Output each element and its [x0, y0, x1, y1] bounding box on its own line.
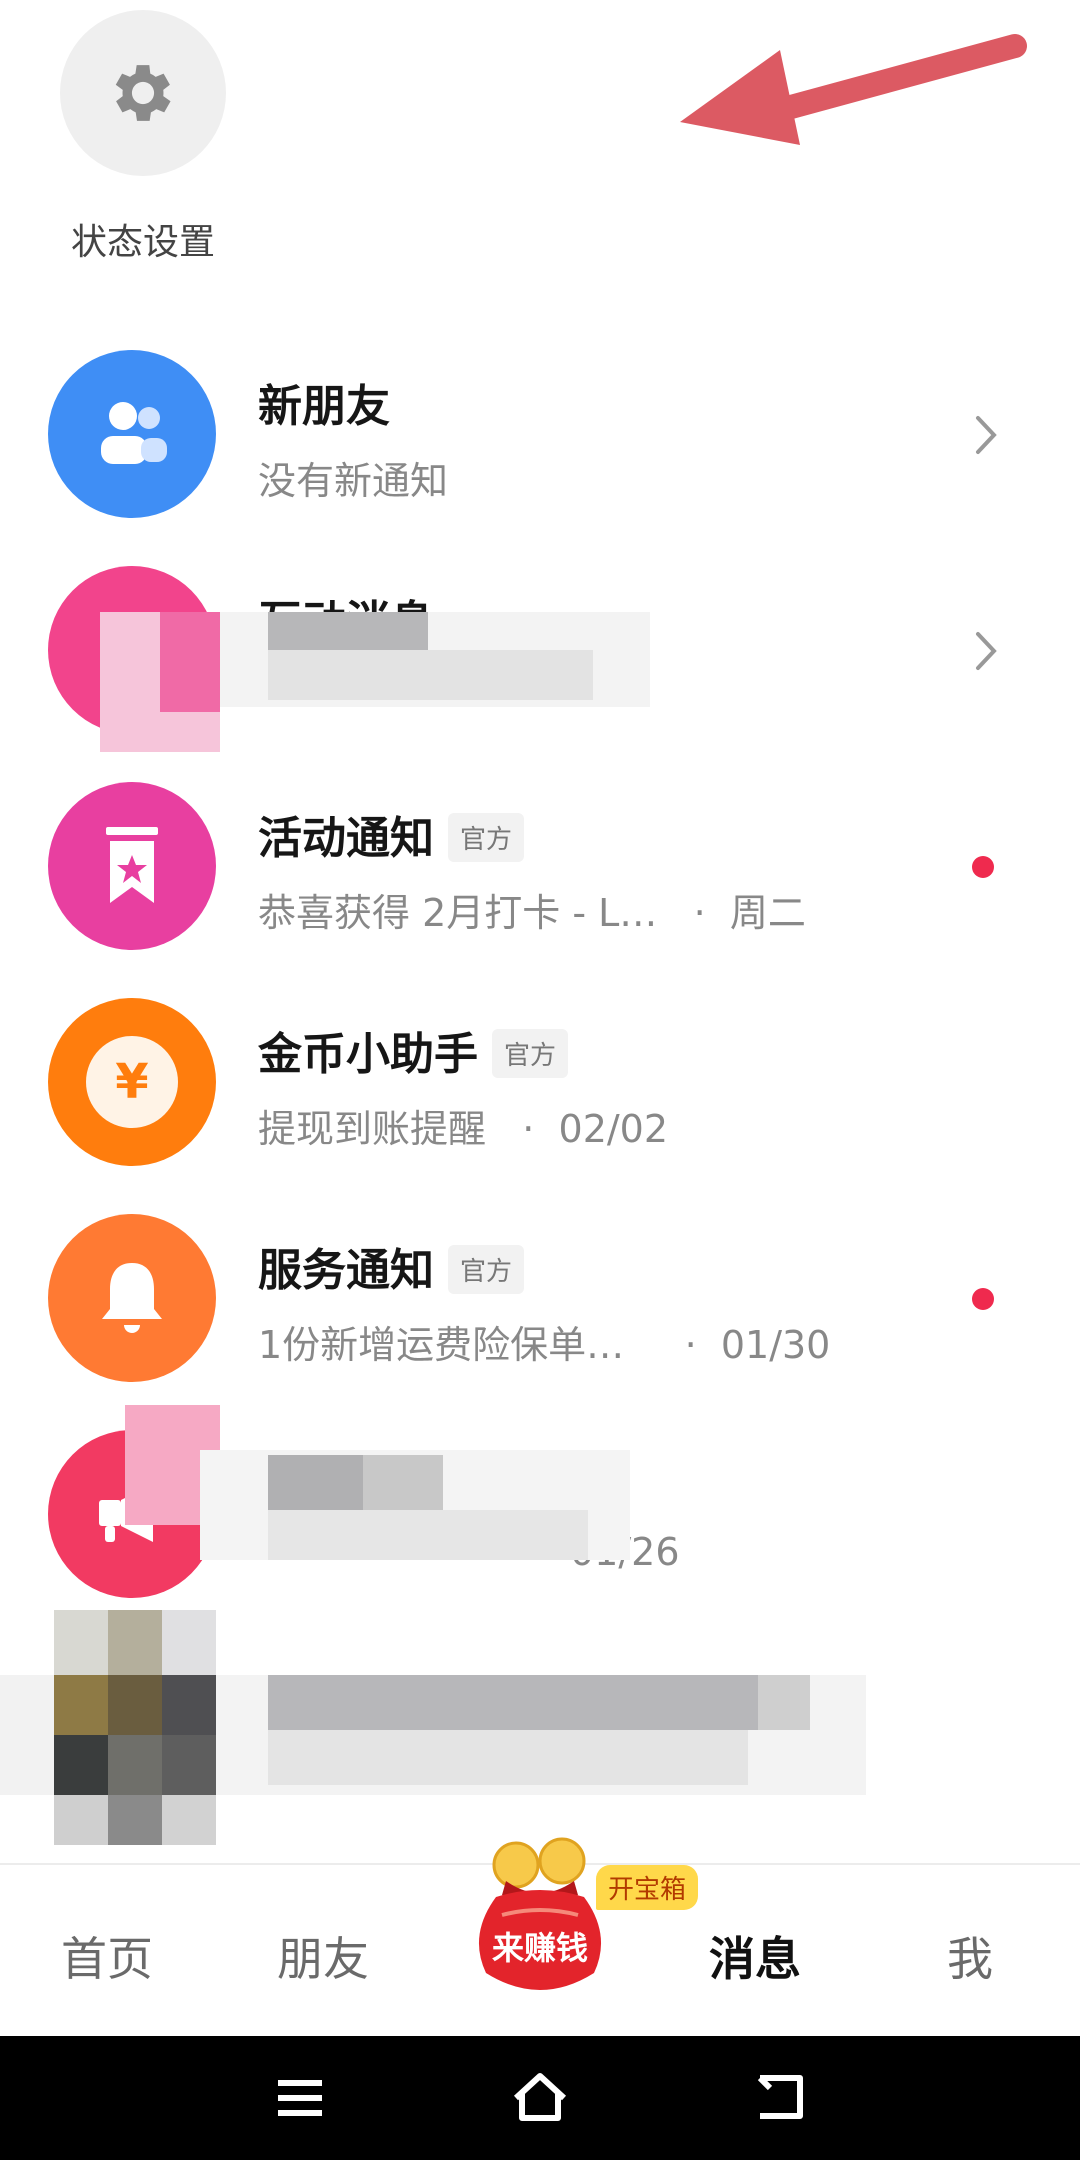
status-settings-label: 状态设置	[70, 222, 215, 263]
list-item-time-separator: ·	[669, 891, 730, 935]
service-avatar	[48, 1214, 216, 1382]
bell-icon	[102, 1263, 162, 1333]
list-item-title-text: 金币小助手	[258, 1029, 478, 1080]
unread-dot	[972, 856, 994, 878]
list-item-activity[interactable]: 活动通知 官方 恭喜获得 2月打卡 - L… · 周二	[0, 782, 1080, 982]
pixelation-block	[54, 1610, 108, 1675]
list-item-title: 新朋友	[258, 381, 390, 432]
pixelation-block	[363, 1455, 443, 1510]
pixelation-block	[268, 612, 428, 650]
pixelation-block	[268, 1510, 588, 1560]
pixelation-block	[108, 1795, 162, 1845]
pixelation-block	[162, 1735, 216, 1795]
home-icon[interactable]	[510, 2070, 570, 2124]
pixelation-block	[268, 650, 593, 700]
official-tag: 官方	[492, 1028, 569, 1078]
coin-assistant-avatar: ¥	[48, 998, 216, 1166]
svg-text:¥: ¥	[115, 1054, 148, 1110]
new-friends-avatar	[48, 350, 216, 518]
list-item-subtitle: 1份新增运费险保单… · 01/30	[258, 1314, 830, 1369]
treasure-chest-badge: 开宝箱	[596, 1865, 699, 1910]
menu-icon[interactable]	[276, 2076, 324, 2120]
official-tag: 官方	[448, 1244, 525, 1294]
activity-avatar	[48, 782, 216, 950]
list-item-title: 活动通知 官方	[258, 802, 525, 866]
back-icon[interactable]	[752, 2072, 808, 2122]
pixelation-block	[108, 1610, 162, 1675]
bottom-navigation: 首页 朋友 来赚钱 开宝箱 消息 我	[0, 1837, 1080, 2038]
list-item-title: 金币小助手 官方	[258, 1018, 569, 1082]
pixelation-block	[0, 1675, 54, 1795]
pixelation-block	[268, 1455, 363, 1510]
list-item-time-separator: ·	[498, 1107, 559, 1151]
list-item-new-friends[interactable]: 新朋友 没有新通知	[0, 350, 1080, 550]
pixelation-block	[108, 1675, 162, 1735]
chevron-right-icon	[976, 632, 997, 670]
unread-dot	[972, 1288, 994, 1310]
list-item-subtitle-text: 恭喜获得 2月打卡 - L…	[258, 891, 658, 935]
annotation-arrow	[680, 34, 1027, 145]
list-item-pixelated[interactable]	[0, 1610, 1080, 1845]
list-item-title: 服务通知 官方	[258, 1234, 525, 1298]
official-tag: 官方	[448, 812, 525, 862]
list-item-service[interactable]: 服务通知 官方 1份新增运费险保单… · 01/30	[0, 1214, 1080, 1414]
pixelation-block	[268, 1675, 758, 1730]
list-item-subtitle: 恭喜获得 2月打卡 - L… · 周二	[258, 882, 806, 937]
pixelation-block	[54, 1675, 108, 1735]
system-navigation-bar	[0, 2036, 1080, 2160]
pixelation-block	[162, 1675, 216, 1735]
list-item-subtitle-text: 提现到账提醒	[258, 1107, 487, 1151]
users-icon	[101, 402, 167, 464]
list-item-time-separator: ·	[636, 1323, 721, 1367]
status-settings-circle	[60, 10, 226, 176]
pixelation-block	[758, 1675, 810, 1730]
list-item-subtitle: 提现到账提醒 · 02/02	[258, 1098, 668, 1153]
pixelation-block	[108, 1735, 162, 1795]
list-item-subtitle: 没有新通知	[258, 459, 449, 503]
list-item-time: 周二	[729, 891, 806, 935]
gear-icon	[115, 65, 171, 121]
list-item-title-text: 活动通知	[258, 813, 434, 864]
earn-label: 来赚钱	[491, 1929, 588, 1967]
pixelation-block	[54, 1795, 108, 1845]
nav-home[interactable]: 首页	[17, 1923, 197, 1989]
nav-friends[interactable]: 朋友	[233, 1923, 413, 1989]
nav-messages[interactable]: 消息	[665, 1923, 845, 1989]
nav-earn-button[interactable]: 来赚钱	[466, 1835, 614, 2015]
pixelation-block	[54, 1735, 108, 1795]
list-item-subtitle-text: 1份新增运费险保单…	[258, 1323, 625, 1367]
pixelation-block	[268, 1730, 748, 1785]
pixelation-block	[162, 1795, 216, 1845]
pixelation-block	[160, 612, 220, 712]
nav-me[interactable]: 我	[880, 1923, 1060, 1989]
chevron-right-icon	[976, 416, 997, 454]
list-item-coin-assistant[interactable]: ¥ 金币小助手 官方 提现到账提醒 · 02/02	[0, 998, 1080, 1198]
list-item-time: 02/02	[558, 1107, 669, 1151]
bookmark-star-icon	[106, 827, 158, 903]
status-settings-button[interactable]: 状态设置	[58, 8, 228, 263]
list-item-time: 01/30	[720, 1323, 831, 1367]
list-item-title-text: 服务通知	[258, 1245, 434, 1296]
pixelation-block	[162, 1610, 216, 1675]
yen-icon: ¥	[86, 1036, 178, 1128]
